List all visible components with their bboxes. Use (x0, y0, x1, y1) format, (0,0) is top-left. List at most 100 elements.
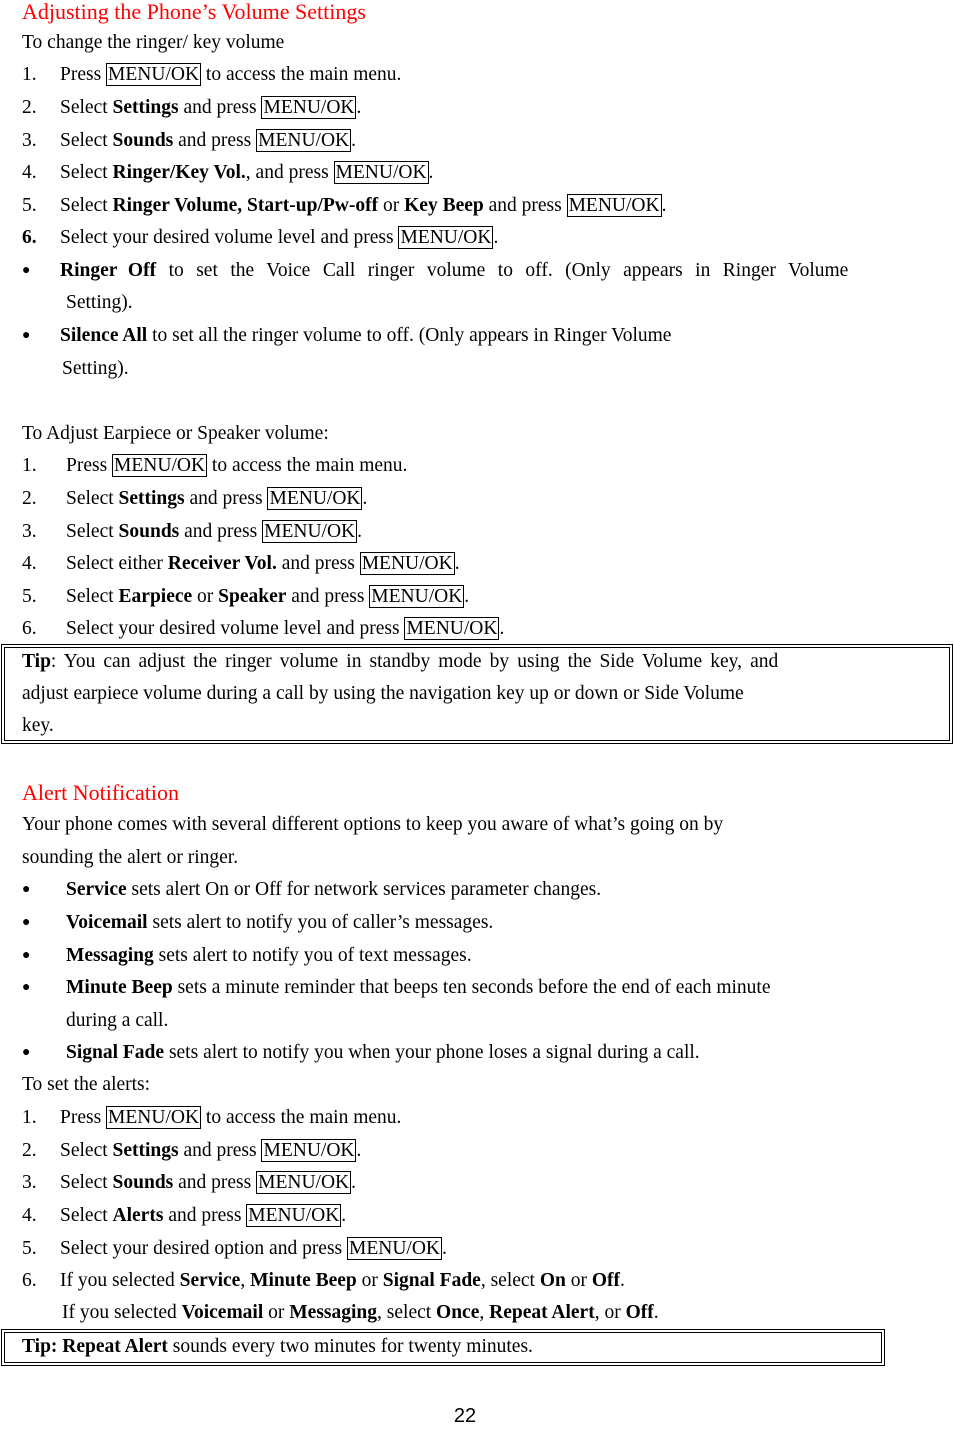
bullet-icon: ● (22, 1045, 31, 1060)
step-number: 2. (22, 97, 37, 118)
step-2: 2. Select Settings and press MENU/OK. (22, 92, 361, 124)
tip-line-1: Tip: You can adjust the ringer volume in… (22, 646, 908, 678)
text: Select your desired volume level and pre… (60, 227, 399, 248)
text: . (356, 97, 362, 118)
option-name: Messaging (66, 945, 154, 966)
text: Select your desired option and press (60, 1238, 348, 1259)
step-number: 5. (22, 195, 37, 216)
option-name: Once (436, 1302, 480, 1323)
step-number: 1. (22, 1107, 37, 1128)
option-name: Minute Beep (66, 977, 173, 998)
menu-ok-key: MENU/OK (398, 226, 494, 249)
step2-3: 3. Select Sounds and press MENU/OK. (22, 516, 362, 548)
menu-ok-key: MENU/OK (347, 1237, 443, 1260)
tip-label: Tip: (22, 1336, 63, 1357)
text: and press (178, 97, 262, 118)
menu-ok-key: MENU/OK (256, 129, 352, 152)
bullet-signal-fade: ● Signal Fade sets alert to notify you wh… (22, 1037, 700, 1069)
section-title-alert: Alert Notification (22, 780, 180, 805)
text: or (192, 586, 219, 607)
text: sets alert On or Off for network service… (126, 879, 602, 900)
text: , or (594, 1302, 626, 1323)
option-name: On (539, 1270, 566, 1291)
step-number: 3. (22, 130, 37, 151)
option-name: Off (591, 1270, 621, 1291)
alert-intro-2: sounding the alert or ringer. (22, 847, 239, 868)
option-name: Minute Beep (250, 1270, 357, 1291)
text: sets alert to notify you of caller’s mes… (147, 912, 494, 933)
menu-ok-key: MENU/OK (112, 454, 208, 477)
alert-step-1: 1. Press MENU/OK to access the main menu. (22, 1102, 401, 1134)
bullet-icon: ● (22, 915, 31, 930)
step-5: 5. Select Ringer Volume, Start-up/Pw-off … (22, 190, 666, 222)
page-number: 22 (453, 1405, 477, 1427)
step-number: 6. (22, 227, 37, 248)
text: . (464, 586, 470, 607)
text: to access the main menu. (201, 1107, 402, 1128)
text: sets alert to notify you when your phone… (164, 1042, 700, 1063)
text: and press (286, 586, 370, 607)
menu-name: Settings (118, 488, 185, 509)
text: and press (173, 1172, 257, 1193)
option-name: Messaging (289, 1302, 378, 1323)
tip-label: Tip (22, 651, 51, 672)
option-name: Signal Fade (66, 1042, 165, 1063)
menu-name: Speaker (218, 586, 287, 607)
menu-ok-key: MENU/OK (359, 552, 455, 575)
menu-name: Receiver Vol. (167, 553, 277, 574)
option-name: Voicemail (181, 1302, 264, 1323)
step-4: 4. Select Ringer/Key Vol., and press MENU… (22, 157, 433, 189)
text: Select (60, 97, 113, 118)
step-number: 5. (22, 1238, 37, 1259)
text: . (454, 553, 460, 574)
step-number: 2. (22, 488, 37, 509)
text: to set the Voice Call ringer volume to o… (156, 260, 849, 281)
menu-name: Earpiece (118, 586, 193, 607)
step-number: 4. (22, 553, 37, 574)
text: Press (60, 1107, 107, 1128)
text: . (356, 1140, 362, 1161)
text: . (362, 488, 368, 509)
menu-name: Alerts (112, 1205, 164, 1226)
step2-5: 5. Select Earpiece or Speaker and press M… (22, 581, 469, 613)
menu-ok-key: MENU/OK (256, 1171, 352, 1194)
text: or (565, 1270, 592, 1291)
text: . (653, 1302, 659, 1323)
menu-ok-key: MENU/OK (106, 1106, 202, 1129)
alert-step-3: 3. Select Sounds and press MENU/OK. (22, 1167, 356, 1199)
text: sets alert to notify you of text message… (153, 945, 472, 966)
text: Select (66, 521, 119, 542)
alert-step-6: 6. If you selected Service, Minute Beep o… (22, 1265, 625, 1297)
text: If you selected (60, 1270, 180, 1291)
menu-ok-key: MENU/OK (566, 194, 662, 217)
text: . (493, 227, 499, 248)
text: and press (163, 1205, 247, 1226)
alert-step-4: 4. Select Alerts and press MENU/OK. (22, 1200, 346, 1232)
alert-intro-1: Your phone comes with several different … (22, 814, 724, 835)
text: . (499, 618, 505, 639)
bullet-icon: ● (22, 328, 31, 343)
tip-alert-text: Tip: Repeat Alert sounds every two minut… (22, 1331, 533, 1363)
alert-step-5: 5. Select your desired option and press M… (22, 1233, 447, 1265)
text: Select (60, 1205, 113, 1226)
bullet-ringer-off-cont: Setting). (66, 292, 133, 313)
text: , (479, 1302, 490, 1323)
bullet-icon: ● (22, 263, 31, 278)
step-number: 4. (22, 1205, 37, 1226)
menu-name: Key Beep (404, 195, 484, 216)
text: Select (66, 488, 119, 509)
alert-step-6-cont: If you selected Voicemail or Messaging, … (62, 1297, 659, 1329)
bullet-silence-all-cont: Setting). (62, 358, 129, 379)
option-name: Repeat Alert (62, 1336, 168, 1357)
text: . (341, 1205, 347, 1226)
menu-name: Settings (112, 97, 179, 118)
text: . (351, 130, 356, 151)
intro-earpiece: To Adjust Earpiece or Speaker volume: (22, 423, 329, 444)
step-number: 3. (22, 521, 37, 542)
menu-ok-key: MENU/OK (261, 1139, 357, 1162)
section-title-volume: Adjusting the Phone’s Volume Settings (22, 0, 366, 24)
step-6: 6. Select your desired volume level and p… (22, 222, 498, 254)
tip-line-3: key. (22, 715, 54, 736)
text: , (240, 1270, 251, 1291)
menu-name: Ringer/Key Vol. (112, 162, 246, 183)
